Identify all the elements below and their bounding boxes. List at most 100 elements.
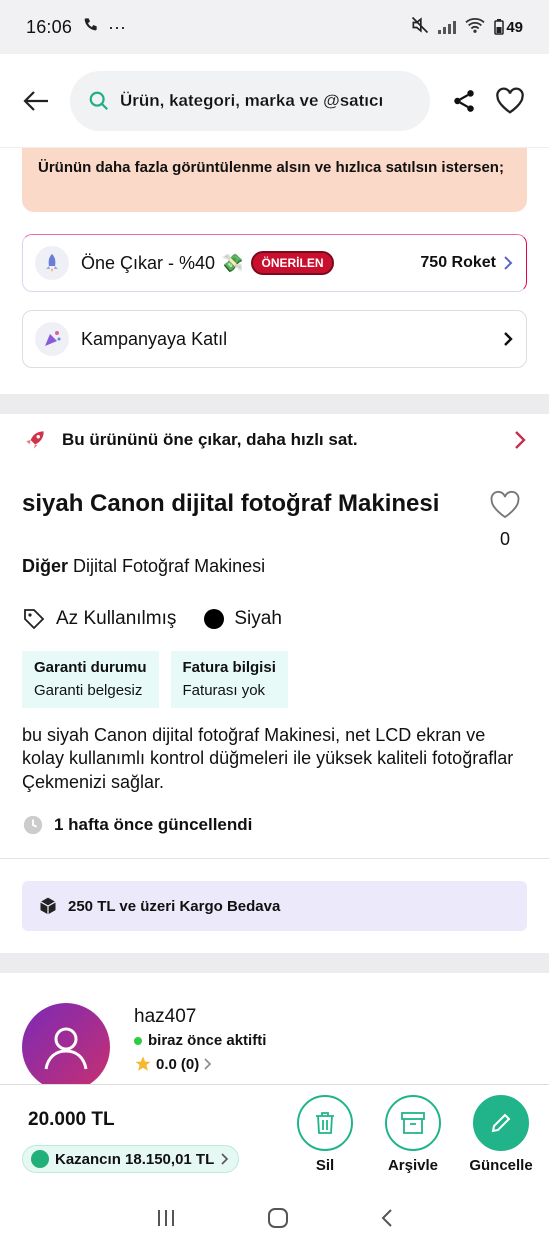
- rating-value: 0.0: [156, 1055, 177, 1073]
- promotion-section: Ürünün daha fazla görüntülenme alsın ve …: [0, 148, 549, 394]
- recent-apps-icon: [158, 1209, 175, 1226]
- invoice-value: Faturası yok: [182, 681, 266, 699]
- user-icon: [44, 1027, 88, 1070]
- favorite-count: 0: [499, 529, 510, 549]
- campaign-option-label: Kampanyaya Katıl: [81, 328, 228, 349]
- archive-icon: [401, 1112, 425, 1134]
- trash-icon: [316, 1112, 334, 1134]
- online-dot: [134, 1036, 142, 1045]
- product-price: 20.000 TL: [28, 1109, 115, 1130]
- bottom-action-bar: 20.000 TL Kazancın 18.150,01 TL Sil Arşi…: [0, 1084, 549, 1190]
- battery-icon: 49: [494, 19, 523, 36]
- delete-button[interactable]: Sil: [295, 1095, 355, 1174]
- seller-avatar[interactable]: [22, 1003, 110, 1084]
- warranty-label: Garanti durumu: [34, 659, 147, 676]
- free-shipping-text: 250 TL ve üzeri Kargo Bedava: [68, 897, 281, 915]
- product-category[interactable]: Diğer Dijital Fotoğraf Makinesi: [22, 556, 527, 577]
- promo-banner: Ürünün daha fazla görüntülenme alsın ve …: [22, 148, 527, 212]
- favorite-button[interactable]: 0: [483, 490, 527, 550]
- boost-option-label: Öne Çıkar - %40: [81, 252, 216, 273]
- section-divider: [0, 394, 549, 414]
- update-icon-circle: [473, 1095, 529, 1151]
- recent-apps-button[interactable]: [155, 1208, 177, 1233]
- product-attributes: Az Kullanılmış Siyah: [22, 607, 527, 631]
- wallet-icon: [31, 1150, 49, 1168]
- warranty-info: Garanti durumu Garanti belgesiz: [22, 651, 159, 708]
- back-chevron-icon: [381, 1208, 392, 1227]
- rocket-red-icon: [26, 431, 44, 449]
- wifi-icon: [464, 16, 486, 38]
- package-icon: [40, 897, 56, 915]
- boost-price: 750 Roket: [420, 254, 496, 271]
- share-icon: [454, 89, 474, 112]
- condition-text: Az Kullanılmış: [56, 608, 177, 629]
- earnings-text: Kazancın 18.150,01 TL: [55, 1150, 215, 1168]
- chevron-right-icon: [515, 431, 526, 449]
- product-title: siyah Canon dijital fotoğraf Makinesi: [22, 490, 440, 517]
- earnings-chip[interactable]: Kazancın 18.150,01 TL: [22, 1145, 240, 1173]
- status-time: 16:06: [26, 16, 73, 37]
- boost-product-link[interactable]: Bu ürününü öne çıkar, daha hızlı sat.: [22, 414, 527, 466]
- chevron-right-icon: [504, 256, 513, 270]
- pencil-icon: [491, 1113, 511, 1133]
- delete-label: Sil: [315, 1157, 335, 1174]
- updated-info: 1 hafta önce güncellendi: [22, 810, 527, 840]
- clock-icon: [23, 816, 43, 835]
- tag-icon: [24, 609, 45, 630]
- seller-rating[interactable]: 0.0 (0): [134, 1055, 266, 1073]
- top-header: Ürün, kategori, marka ve @satıcı: [0, 54, 549, 148]
- signal-icon: [438, 20, 457, 34]
- category-main: Diğer: [22, 556, 69, 576]
- product-description: bu siyah Canon dijital fotoğraf Makinesi…: [22, 725, 514, 792]
- product-section: Bu ürününü öne çıkar, daha hızlı sat. si…: [0, 414, 549, 954]
- favorite-header-button[interactable]: [492, 83, 528, 119]
- update-label: Güncelle: [469, 1157, 533, 1174]
- share-button[interactable]: [446, 83, 482, 119]
- color-swatch: [204, 609, 225, 629]
- home-button[interactable]: [267, 1207, 289, 1234]
- archive-icon-circle: [385, 1095, 441, 1151]
- update-button[interactable]: Güncelle: [469, 1095, 533, 1174]
- search-placeholder: Ürün, kategori, marka ve @satıcı: [120, 90, 384, 110]
- invoice-label: Fatura bilgisi: [182, 659, 276, 676]
- more-notifications-icon: ···: [108, 16, 127, 37]
- back-arrow-icon: [23, 90, 48, 111]
- warranty-value: Garanti belgesiz: [34, 681, 143, 699]
- chevron-right-icon: [504, 332, 513, 346]
- heart-icon: [496, 87, 524, 114]
- activity-text: biraz önce aktifti: [148, 1032, 267, 1050]
- campaign-option-row[interactable]: Kampanyaya Katıl: [22, 310, 527, 368]
- home-icon: [268, 1207, 289, 1228]
- recommended-badge: ÖNERİLEN: [251, 251, 334, 275]
- archive-button[interactable]: Arşivle: [383, 1095, 443, 1174]
- divider: [0, 858, 549, 860]
- battery-level: 49: [506, 18, 523, 36]
- search-bar[interactable]: Ürün, kategori, marka ve @satıcı: [70, 70, 430, 131]
- free-shipping-banner: 250 TL ve üzeri Kargo Bedava: [22, 881, 527, 932]
- system-nav-bar: [0, 1190, 549, 1250]
- star-icon: [135, 1056, 151, 1071]
- seller-activity: biraz önce aktifti: [134, 1032, 266, 1049]
- delete-icon-circle: [297, 1095, 353, 1151]
- boost-option-row[interactable]: Öne Çıkar - %40 💸 ÖNERİLEN 750 Roket: [22, 234, 527, 292]
- back-nav-button[interactable]: [380, 1207, 394, 1234]
- category-sub: Dijital Fotoğraf Makinesi: [73, 556, 266, 576]
- heart-icon: [490, 490, 520, 519]
- seller-username[interactable]: haz407: [134, 1006, 266, 1028]
- campaign-icon: [35, 322, 69, 356]
- chevron-right-icon: [221, 1153, 229, 1165]
- rating-count: (0): [180, 1055, 200, 1073]
- updated-text: 1 hafta önce güncellendi: [54, 815, 253, 835]
- search-icon: [89, 91, 109, 110]
- chevron-right-icon: [204, 1058, 212, 1070]
- color-text: Siyah: [234, 608, 282, 629]
- money-emoji-icon: 💸: [221, 252, 244, 273]
- status-bar: 16:06 ··· 49: [0, 0, 549, 54]
- invoice-info: Fatura bilgisi Faturası yok: [170, 651, 288, 708]
- phone-icon: [82, 17, 98, 38]
- seller-card[interactable]: haz407 biraz önce aktifti 0.0 (0): [0, 973, 549, 1084]
- content-scroll[interactable]: Ürünün daha fazla görüntülenme alsın ve …: [0, 148, 549, 1084]
- back-button[interactable]: [18, 83, 54, 119]
- section-divider: [0, 953, 549, 974]
- boost-product-text: Bu ürününü öne çıkar, daha hızlı sat.: [62, 430, 358, 449]
